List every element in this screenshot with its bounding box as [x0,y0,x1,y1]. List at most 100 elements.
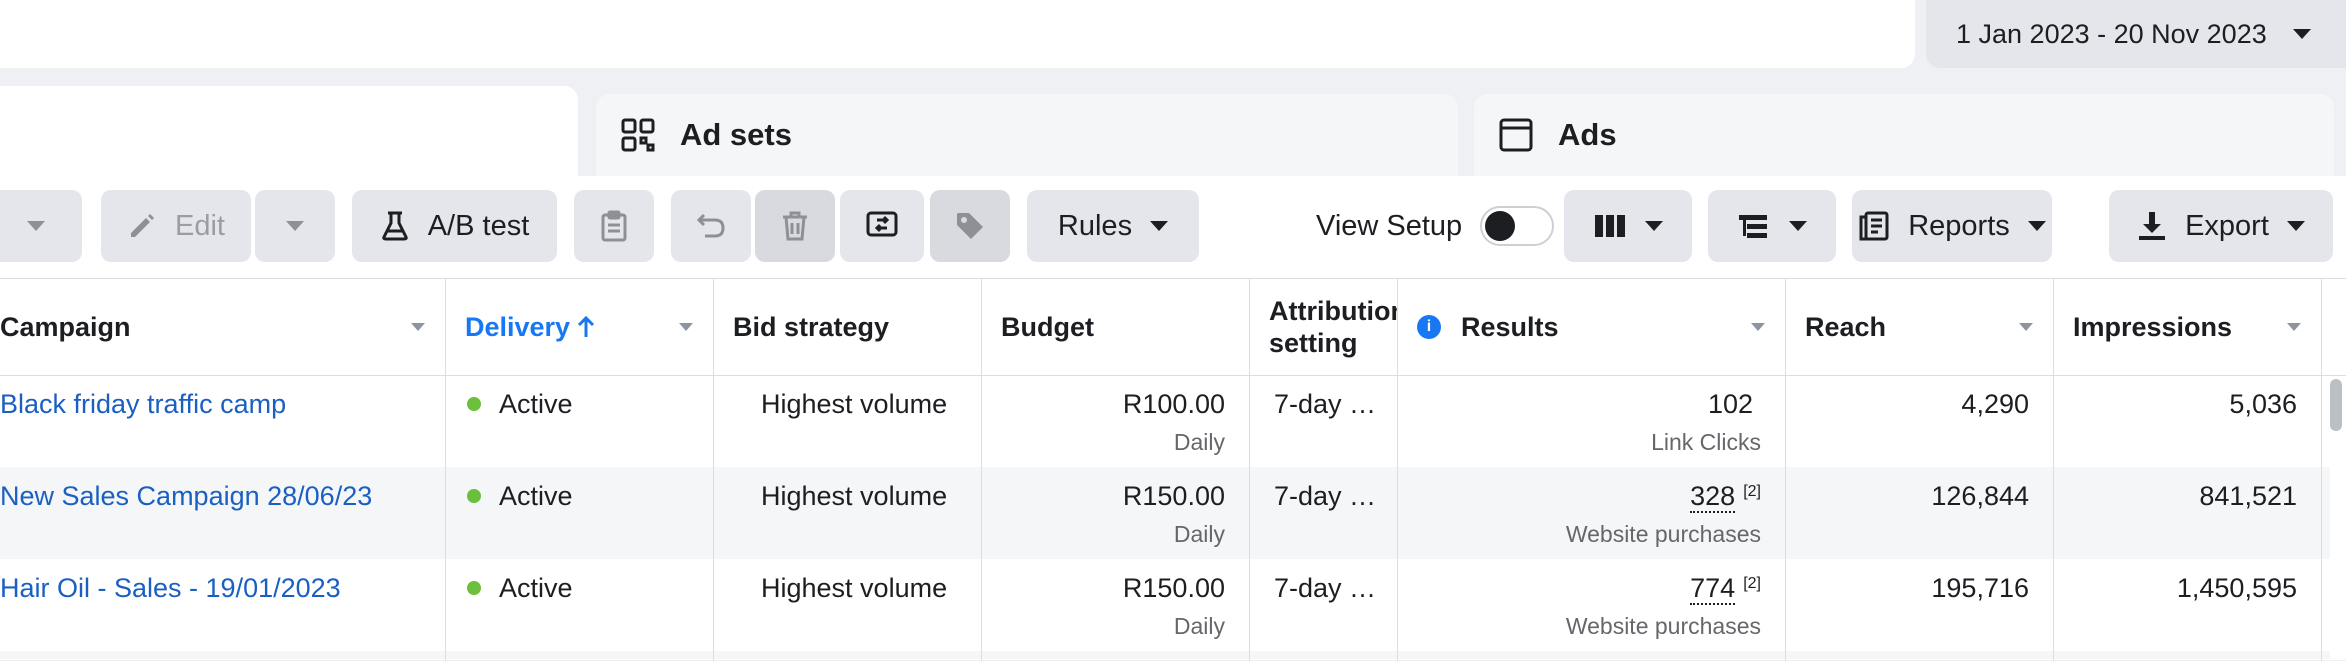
main-panel: Edit A/B test Rules View Setup Reports E… [0,176,2346,661]
duplicate-button[interactable] [574,190,654,262]
view-setup-toggle[interactable] [1480,206,1555,246]
col-attribution[interactable]: Attribution setting [1249,279,1397,375]
col-impressions-label: Impressions [2073,311,2233,342]
campaign-link[interactable]: Black friday traffic camp [0,389,286,420]
col-budget[interactable]: Budget [981,279,1249,375]
pencil-icon [131,214,154,237]
chevron-down-icon [1789,221,1807,231]
date-range-picker[interactable]: 1 Jan 2023 - 20 Nov 2023 [1926,0,2346,68]
undo-button[interactable] [671,190,751,262]
swap-icon [866,211,898,237]
reports-button[interactable]: Reports [1852,190,2052,262]
ab-test-button[interactable]: A/B test [352,190,557,262]
info-icon[interactable]: i [1417,315,1441,339]
cell-budget: R150.00 Daily [981,467,1249,559]
cell-results: 328 [2] Website purchases [1397,467,1785,559]
campaign-link[interactable]: Hair Oil - Sales - 19/01/2023 [0,573,341,604]
cell-impressions: 1,450,595 [2053,559,2321,651]
bid-strategy-value: Highest volume [761,481,948,511]
chevron-down-icon [2027,221,2046,231]
col-reach[interactable]: Reach [1785,279,2053,375]
edit-menu-button[interactable] [255,190,335,262]
col-impressions[interactable]: Impressions [2053,279,2321,375]
tags-button[interactable] [930,190,1010,262]
column-divider [2321,279,2322,661]
vertical-scrollbar[interactable] [2330,379,2342,431]
results-value: 102 [1707,389,1753,419]
tab-ad-sets-label: Ad sets [680,117,792,152]
col-results[interactable]: i Results [1397,279,1785,375]
attribution-value: 7-day … [1274,481,1377,511]
table-row[interactable] [0,651,2330,659]
column-divider [1785,279,1786,661]
table-row[interactable]: Hair Oil - Sales - 19/01/2023 Active Highe… [0,559,2330,651]
delivery-status: Active [499,573,573,603]
create-menu-button[interactable] [0,190,82,262]
table-row[interactable]: Black friday traffic camp Active Highest v… [0,375,2330,467]
share-button[interactable] [840,190,924,262]
grid-icon [621,118,655,152]
delivery-status: Active [499,481,573,511]
cell-bid-strategy: Highest volume [713,467,981,559]
col-delivery-label: Delivery [465,311,571,342]
cell-attribution: 7-day … [1249,559,1397,651]
rules-label: Rules [1057,209,1133,242]
column-divider [1249,279,1250,661]
column-divider [981,279,982,661]
breakdown-button[interactable] [1708,190,1836,262]
column-divider [1397,279,1398,661]
columns-button[interactable] [1564,190,1692,262]
cell-attribution: 7-day … [1249,467,1397,559]
cell-bid-strategy: Highest volume [713,375,981,467]
toggle-knob [1485,211,1516,241]
col-reach-label: Reach [1805,311,1887,342]
sort-icon [679,323,693,331]
toolbar: Edit A/B test Rules View Setup Reports E… [0,176,2346,278]
tab-campaigns[interactable] [0,86,578,186]
clipboard-icon [601,210,627,242]
cell-campaign: Black friday traffic camp [0,375,445,467]
table-row[interactable]: New Sales Campaign 28/06/23 Active Highest… [0,467,2330,559]
tab-ads[interactable]: Ads [1474,94,2334,176]
col-delivery[interactable]: Delivery [445,279,713,375]
cell-impressions: 841,521 [2053,467,2321,559]
cell-reach: 4,290 [1785,375,2053,467]
campaign-link[interactable]: New Sales Campaign 28/06/23 [0,481,372,512]
cell-campaign: New Sales Campaign 28/06/23 [0,467,445,559]
budget-period: Daily [1173,613,1225,639]
delivery-status: Active [499,389,573,419]
impressions-value: 1,450,595 [2176,573,2297,603]
status-dot [467,580,481,595]
results-type: Website purchases [1565,613,1761,639]
tag-icon [957,213,983,239]
results-note: [2] [1743,483,1761,500]
results-value: 774 [1690,573,1736,605]
column-divider [445,279,446,661]
col-campaign[interactable]: Campaign [0,279,445,375]
budget-value: R150.00 [1122,481,1225,511]
delete-button[interactable] [755,190,835,262]
edit-button[interactable]: Edit [101,190,251,262]
results-type: Website purchases [1565,521,1761,547]
view-setup: View Setup [1316,190,1555,262]
chevron-down-icon [286,221,304,231]
cell-delivery: Active [445,375,713,467]
col-bid-strategy[interactable]: Bid strategy [713,279,981,375]
export-button[interactable]: Export [2109,190,2333,262]
budget-period: Daily [1173,521,1225,547]
tab-ad-sets[interactable]: Ad sets [596,94,1458,176]
reports-label: Reports [1908,209,2010,242]
cell-reach: 195,716 [1785,559,2053,651]
results-type: Link Clicks [1651,429,1761,455]
export-label: Export [2185,209,2269,242]
cell-campaign: Hair Oil - Sales - 19/01/2023 [0,559,445,651]
breakdown-icon [1739,215,1767,238]
sort-up-icon [578,315,595,337]
rules-button[interactable]: Rules [1027,190,1199,262]
chevron-down-icon [27,221,45,231]
trash-icon [783,211,807,241]
sort-icon [1751,323,1765,331]
results-value: 328 [1690,481,1736,513]
campaigns-table: Campaign Delivery Bid strategy Budget At… [0,278,2346,661]
reach-value: 4,290 [1961,389,2029,419]
